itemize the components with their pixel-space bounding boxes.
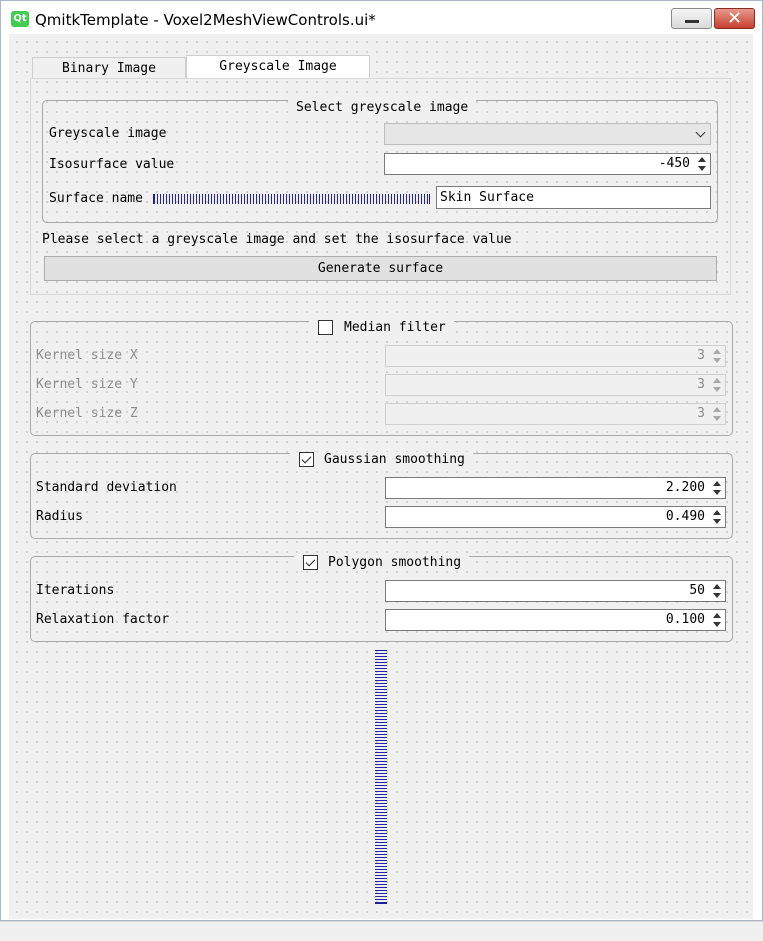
generate-surface-button[interactable]: Generate surface [44, 256, 717, 281]
radius-value: 0.490 [665, 509, 705, 524]
spin-arrows-icon[interactable] [711, 377, 723, 393]
kernel-size-y-label: Kernel size Y [36, 377, 138, 392]
greyscale-image-label: Greyscale image [49, 126, 167, 141]
polygon-smoothing-checkbox[interactable] [303, 555, 318, 570]
status-bar [0, 921, 763, 941]
iterations-value: 50 [689, 583, 705, 598]
iterations-label: Iterations [36, 583, 115, 598]
radius-label: Radius [36, 509, 83, 524]
kernel-size-x-label: Kernel size X [36, 348, 138, 363]
greyscale-image-combobox[interactable] [384, 123, 711, 145]
kernel-size-y-spinbox[interactable]: 3 [385, 374, 726, 396]
horizontal-spacer [153, 194, 430, 204]
kernel-size-y-value: 3 [697, 377, 705, 392]
kernel-size-z-spinbox[interactable]: 3 [385, 403, 726, 425]
surface-name-value: Skin Surface [440, 190, 534, 205]
polygon-smoothing-title: Polygon smoothing [328, 555, 462, 570]
spin-arrows-icon[interactable] [711, 509, 723, 525]
isosurface-value: -450 [658, 156, 690, 171]
chevron-down-icon [695, 127, 706, 138]
kernel-size-z-value: 3 [697, 406, 705, 421]
tab-label: Binary Image [62, 61, 156, 76]
surface-name-input[interactable]: Skin Surface [436, 186, 711, 209]
generate-surface-label: Generate surface [317, 261, 444, 276]
hint-text: Please select a greyscale image and set … [42, 232, 512, 247]
isosurface-label: Isosurface value [49, 157, 175, 172]
kernel-size-x-value: 3 [697, 348, 705, 363]
relaxation-factor-spinbox[interactable]: 0.100 [385, 609, 726, 631]
spin-arrows-icon[interactable] [711, 348, 723, 364]
median-filter-title: Median filter [344, 320, 446, 335]
tab-label: Greyscale Image [219, 59, 337, 74]
vertical-spacer [375, 650, 387, 904]
spin-arrows-icon[interactable] [711, 612, 723, 628]
kernel-size-z-label: Kernel size Z [36, 406, 138, 421]
median-filter-header[interactable]: Median filter [309, 320, 454, 336]
iterations-spinbox[interactable]: 50 [385, 580, 726, 602]
close-button[interactable]: ✕ [714, 8, 755, 29]
tab-binary-image[interactable]: Binary Image [32, 57, 186, 79]
standard-deviation-spinbox[interactable]: 2.200 [385, 477, 726, 499]
qt-app-icon: Qt [11, 11, 29, 27]
select-greyscale-group-title: Select greyscale image [288, 100, 477, 116]
window-title: QmitkTemplate - Voxel2MeshViewControls.u… [35, 11, 376, 29]
close-icon: ✕ [726, 8, 743, 29]
minimize-button[interactable] [671, 8, 712, 29]
relaxation-factor-label: Relaxation factor [36, 612, 170, 627]
median-filter-checkbox[interactable] [318, 320, 333, 335]
radius-spinbox[interactable]: 0.490 [385, 506, 726, 528]
gaussian-smoothing-header[interactable]: Gaussian smoothing [290, 452, 473, 468]
standard-deviation-label: Standard deviation [36, 480, 177, 495]
relaxation-factor-value: 0.100 [665, 612, 705, 627]
spin-arrows-icon[interactable] [711, 406, 723, 422]
polygon-smoothing-header[interactable]: Polygon smoothing [294, 555, 470, 571]
gaussian-smoothing-title: Gaussian smoothing [324, 452, 465, 467]
gaussian-smoothing-checkbox[interactable] [299, 452, 314, 467]
surface-name-label: Surface name [49, 191, 143, 206]
isosurface-spinbox[interactable]: -450 [384, 153, 711, 175]
spin-arrows-icon[interactable] [711, 583, 723, 599]
spin-arrows-icon[interactable] [711, 480, 723, 496]
kernel-size-x-spinbox[interactable]: 3 [385, 345, 726, 367]
spin-arrows-icon[interactable] [696, 156, 708, 172]
tab-greyscale-image[interactable]: Greyscale Image [186, 55, 370, 79]
standard-deviation-value: 2.200 [665, 480, 705, 495]
